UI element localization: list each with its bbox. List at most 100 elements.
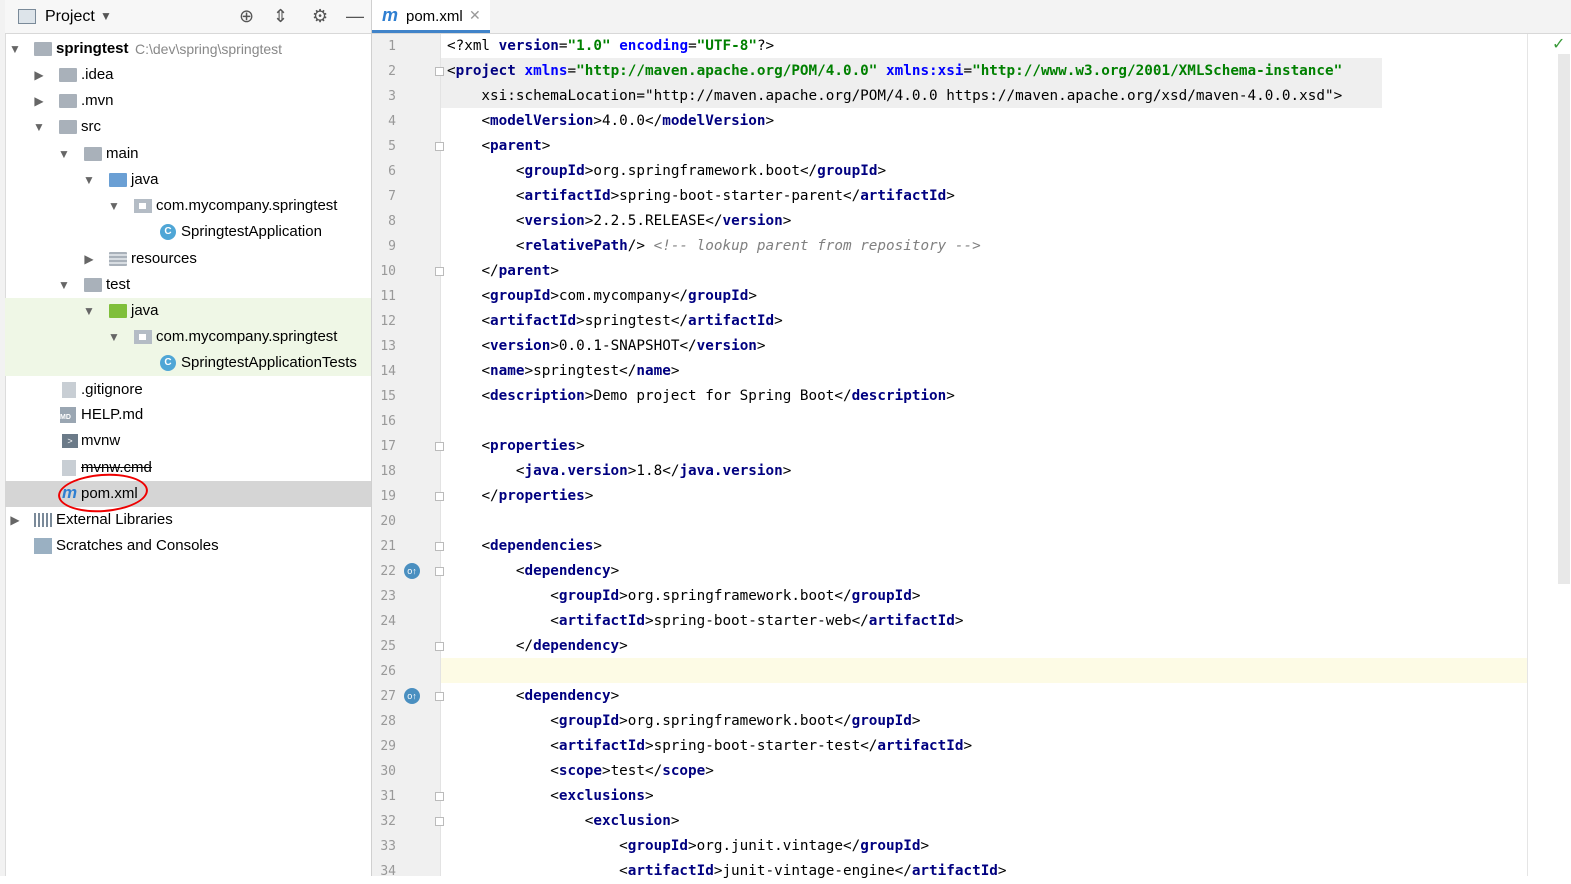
- line-number: 10: [380, 264, 396, 279]
- line-number: 19: [380, 489, 396, 504]
- fold-marker-icon[interactable]: [435, 267, 444, 276]
- tab-label: pom.xml: [406, 8, 463, 25]
- tree-item-springtest[interactable]: ▼ springtest C:\dev\spring\springtest: [5, 36, 371, 62]
- line-number: 33: [380, 839, 396, 854]
- tree-item-mvnw-cmd[interactable]: mvnw.cmd: [5, 455, 371, 481]
- fold-marker-icon[interactable]: [435, 142, 444, 151]
- tree-item-test-package[interactable]: ▼ com.mycompany.springtest: [5, 324, 371, 350]
- chevron-down-icon[interactable]: ▼: [32, 114, 46, 140]
- fold-marker-icon[interactable]: [435, 792, 444, 801]
- collapse-all-icon[interactable]: ⇕: [273, 6, 288, 27]
- line-number: 20: [380, 514, 396, 529]
- tree-item-label: HELP.md: [81, 406, 144, 423]
- fold-marker-icon[interactable]: [435, 542, 444, 551]
- chevron-down-icon[interactable]: ▼: [82, 298, 96, 324]
- code-line: <exclusions>: [550, 788, 654, 804]
- line-number: 2: [388, 64, 396, 79]
- folder-icon: [59, 68, 77, 82]
- project-view-selector[interactable]: Project: [45, 8, 95, 26]
- code-line: <modelVersion>4.0.0</modelVersion>: [481, 113, 775, 129]
- close-icon[interactable]: ✕: [469, 7, 481, 24]
- chevron-down-icon[interactable]: ▼: [107, 193, 121, 219]
- code-line: <dependency>: [515, 688, 620, 704]
- tree-item-external-libraries[interactable]: ▶ External Libraries: [5, 507, 371, 533]
- code-line: <dependencies>: [481, 538, 602, 554]
- fold-marker-icon[interactable]: [435, 492, 444, 501]
- fold-marker-icon[interactable]: [435, 642, 444, 651]
- chevron-down-icon[interactable]: ▼: [8, 36, 22, 62]
- line-number: 26: [380, 664, 396, 679]
- line-number: 4: [388, 114, 396, 129]
- chevron-right-icon[interactable]: ▶: [8, 507, 22, 533]
- code-line: </parent>: [481, 263, 559, 279]
- line-number: 11: [380, 289, 396, 304]
- tree-item-main-java[interactable]: ▼ java: [5, 167, 371, 193]
- minimize-icon[interactable]: —: [346, 6, 364, 27]
- tree-item-resources[interactable]: ▶ resources: [5, 246, 371, 272]
- code-line: <groupId>org.springframework.boot</group…: [515, 163, 887, 179]
- folder-icon: [59, 94, 77, 108]
- tree-item-springtestapplication[interactable]: C SpringtestApplication: [5, 219, 371, 245]
- editor-error-stripe[interactable]: ✓: [1527, 34, 1571, 876]
- tree-item-mvnw[interactable]: > mvnw: [5, 428, 371, 454]
- fold-marker-icon[interactable]: [435, 692, 444, 701]
- fold-marker-icon[interactable]: [435, 442, 444, 451]
- tree-item-label: java: [131, 302, 159, 319]
- fold-marker-icon[interactable]: [435, 817, 444, 826]
- tree-item-idea[interactable]: ▶ .idea: [5, 62, 371, 88]
- tab-pom-xml[interactable]: m pom.xml ✕: [372, 0, 490, 33]
- locate-icon[interactable]: ⊕: [239, 6, 254, 27]
- tree-item-main-package[interactable]: ▼ com.mycompany.springtest: [5, 193, 371, 219]
- chevron-down-icon[interactable]: ▼: [100, 9, 112, 23]
- tree-item-gitignore[interactable]: .gitignore: [5, 377, 371, 403]
- code-line: <?xml version="1.0" encoding="UTF-8"?>: [447, 38, 775, 54]
- chevron-right-icon[interactable]: ▶: [32, 62, 46, 88]
- tree-item-mvn[interactable]: ▶ .mvn: [5, 88, 371, 114]
- tree-item-label: springtest: [56, 40, 129, 57]
- line-number: 17: [380, 439, 396, 454]
- code-line: <properties>: [481, 438, 585, 454]
- tree-item-label: java: [131, 171, 159, 188]
- dependency-gutter-icon[interactable]: o↑: [404, 563, 420, 579]
- dependency-gutter-icon[interactable]: o↑: [404, 688, 420, 704]
- tree-item-test[interactable]: ▼ test: [5, 272, 371, 298]
- code-line: <exclusion>: [584, 813, 680, 829]
- tree-item-label: main: [106, 145, 139, 162]
- tree-item-label: External Libraries: [56, 511, 173, 528]
- chevron-down-icon[interactable]: ▼: [57, 141, 71, 167]
- tree-item-main[interactable]: ▼ main: [5, 141, 371, 167]
- tree-item-label: com.mycompany.springtest: [156, 328, 338, 345]
- chevron-down-icon[interactable]: ▼: [57, 272, 71, 298]
- scroll-thumb[interactable]: [1558, 54, 1570, 584]
- spring-class-icon: C: [160, 355, 176, 371]
- project-header: Project ▼ ⊕ ⇕ ⚙ —: [5, 0, 371, 34]
- chevron-down-icon[interactable]: ▼: [107, 324, 121, 350]
- tree-item-springtestapplicationtests[interactable]: C SpringtestApplicationTests: [5, 350, 371, 376]
- tree-item-src[interactable]: ▼ src: [5, 114, 371, 140]
- tree-item-help-md[interactable]: MD HELP.md: [5, 402, 371, 428]
- code-line: <version>2.2.5.RELEASE</version>: [515, 213, 792, 229]
- line-number: 25: [380, 639, 396, 654]
- tree-item-label: test: [106, 276, 131, 293]
- line-number: 16: [380, 414, 396, 429]
- tree-item-scratches[interactable]: Scratches and Consoles: [5, 533, 371, 559]
- fold-marker-icon[interactable]: [435, 567, 444, 576]
- code-line: <scope>test</scope>: [550, 763, 714, 779]
- package-icon: [134, 330, 152, 344]
- line-number: 14: [380, 364, 396, 379]
- fold-marker-icon[interactable]: [435, 67, 444, 76]
- tree-item-test-java[interactable]: ▼ java: [5, 298, 371, 324]
- gear-icon[interactable]: ⚙: [312, 6, 328, 27]
- chevron-right-icon[interactable]: ▶: [32, 88, 46, 114]
- code-line: <java.version>1.8</java.version>: [515, 463, 792, 479]
- chevron-down-icon[interactable]: ▼: [82, 167, 96, 193]
- code-line: <artifactId>spring-boot-starter-test</ar…: [550, 738, 973, 754]
- line-number: 15: [380, 389, 396, 404]
- resources-folder-icon: [109, 252, 127, 266]
- line-number: 27: [380, 689, 396, 704]
- tree-item-label: SpringtestApplication: [181, 223, 322, 240]
- chevron-right-icon[interactable]: ▶: [82, 246, 96, 272]
- code-line: <relativePath/> <!-- lookup parent from …: [515, 238, 981, 254]
- code-line: <project xmlns="http://maven.apache.org/…: [447, 63, 1343, 79]
- folder-icon: [84, 278, 102, 292]
